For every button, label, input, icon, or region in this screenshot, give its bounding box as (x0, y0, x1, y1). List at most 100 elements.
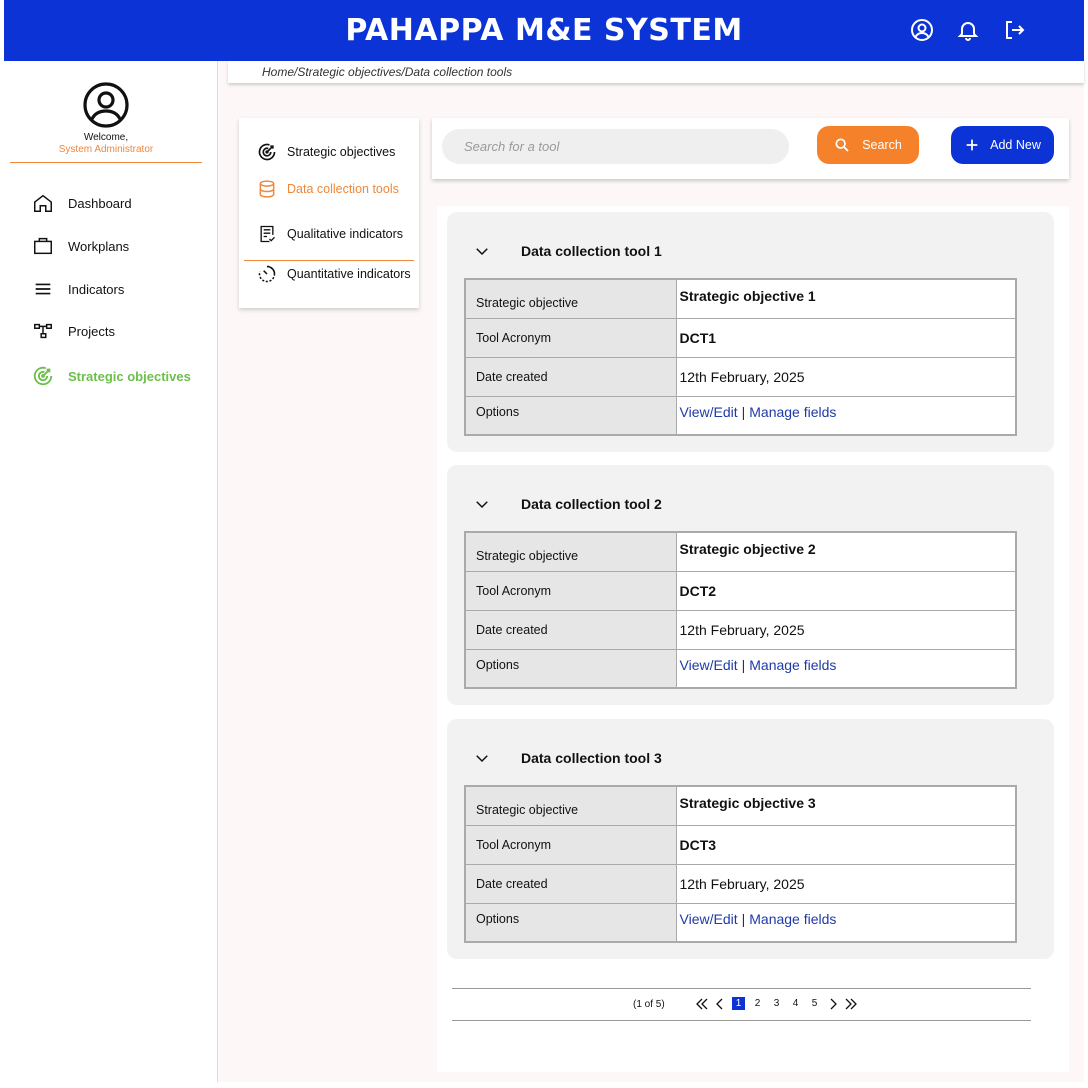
search-button[interactable]: Search (817, 126, 919, 164)
separator: | (741, 911, 746, 928)
chevron-down-icon[interactable] (473, 242, 491, 260)
view-edit-link[interactable]: View/Edit (680, 657, 738, 673)
sidebar-item-workplans[interactable]: Workplans (32, 235, 129, 257)
subnav-label: Data collection tools (287, 182, 399, 196)
subnav-label: Qualitative indicators (287, 227, 404, 241)
view-edit-link[interactable]: View/Edit (680, 404, 738, 420)
sidebar-item-indicators[interactable]: Indicators (32, 278, 124, 300)
tool-options: View/Edit | Manage fields (675, 395, 1017, 436)
page-count: (1 of 5) (633, 999, 665, 1010)
page-button-2[interactable]: 2 (751, 997, 764, 1010)
chevron-down-icon[interactable] (473, 495, 491, 513)
toolbar: Search Add New (432, 118, 1069, 179)
tool-card: Data collection tool 1 Strategic objecti… (447, 212, 1054, 452)
sidebar: Welcome, System Administrator Dashboard … (4, 61, 218, 1082)
page-button-3[interactable]: 3 (770, 997, 783, 1010)
tool-card-header: Data collection tool 2 (473, 495, 662, 513)
tool-card: Data collection tool 3 Strategic objecti… (447, 719, 1054, 959)
table-row: Strategic objective Strategic objective 3 (464, 785, 1017, 826)
table-row: Tool Acronym DCT2 (464, 570, 1017, 611)
menu-lines-icon (35, 283, 51, 295)
hierarchy-icon (34, 323, 52, 339)
table-row: Date created 12th February, 2025 (464, 863, 1017, 904)
row-label: Date created (464, 356, 677, 397)
chevron-down-icon[interactable] (473, 749, 491, 767)
tool-options: View/Edit | Manage fields (675, 902, 1017, 943)
subnav-item-qualitative-indicators[interactable]: Qualitative indicators (257, 224, 403, 244)
tool-objective: Strategic objective 3 (675, 785, 1017, 826)
bell-icon[interactable] (956, 18, 980, 42)
add-new-button[interactable]: Add New (951, 126, 1054, 164)
tool-acronym: DCT3 (675, 824, 1017, 865)
manage-fields-link[interactable]: Manage fields (749, 911, 836, 927)
row-label: Strategic objective (464, 278, 677, 319)
search-icon (835, 138, 849, 152)
row-label: Strategic objective (464, 785, 677, 826)
first-page-icon[interactable] (696, 998, 708, 1010)
row-label: Date created (464, 609, 677, 650)
table-row: Tool Acronym DCT3 (464, 824, 1017, 865)
view-edit-link[interactable]: View/Edit (680, 911, 738, 927)
row-label: Date created (464, 863, 677, 904)
page-button-1[interactable]: 1 (732, 997, 745, 1010)
tool-acronym: DCT1 (675, 317, 1017, 358)
table-row: Strategic objective Strategic objective 2 (464, 531, 1017, 572)
subnav-item-strategic-objectives[interactable]: Strategic objectives (257, 142, 395, 162)
tool-name: Data collection tool 1 (521, 243, 662, 259)
sidebar-item-label: Strategic objectives (68, 368, 191, 384)
logout-icon[interactable] (1002, 18, 1026, 42)
sidebar-item-label: Indicators (68, 281, 125, 297)
tool-details-table: Strategic objective Strategic objective 3… (464, 785, 1017, 943)
row-label: Options (464, 395, 677, 436)
header-actions (910, 18, 1026, 42)
row-label: Tool Acronym (464, 824, 677, 865)
tool-options: View/Edit | Manage fields (675, 648, 1017, 689)
row-label: Strategic objective (464, 531, 677, 572)
database-icon (259, 180, 275, 198)
table-row: Date created 12th February, 2025 (464, 356, 1017, 397)
breadcrumb-bar: Home/Strategic objectives/Data collectio… (228, 61, 1084, 83)
next-page-icon[interactable] (827, 998, 839, 1010)
pagination: (1 of 5) 1 2 3 4 5 (452, 988, 1031, 1021)
checklist-icon (260, 225, 275, 243)
subnav-label: Strategic objectives (287, 145, 396, 159)
table-row: Strategic objective Strategic objective 1 (464, 278, 1017, 319)
sidebar-item-strategic-objectives[interactable]: Strategic objectives (32, 365, 191, 387)
main-area: Home/Strategic objectives/Data collectio… (218, 61, 1084, 1082)
table-row: Date created 12th February, 2025 (464, 609, 1017, 650)
page-button-4[interactable]: 4 (789, 997, 802, 1010)
home-icon (34, 194, 52, 212)
welcome-text: Welcome, (83, 132, 129, 143)
manage-fields-link[interactable]: Manage fields (749, 404, 836, 420)
sidebar-item-dashboard[interactable]: Dashboard (32, 192, 132, 214)
page-button-5[interactable]: 5 (808, 997, 821, 1010)
search-button-label: Search (862, 138, 902, 152)
sidebar-item-projects[interactable]: Projects (32, 320, 115, 342)
tool-card: Data collection tool 2 Strategic objecti… (447, 465, 1054, 705)
profile-block: Welcome, System Administrator (10, 81, 202, 163)
sidebar-item-label: Workplans (68, 238, 130, 254)
subnav-item-quantitative-indicators[interactable]: Quantitative indicators (257, 264, 411, 284)
row-label: Tool Acronym (464, 570, 677, 611)
previous-page-icon[interactable] (714, 998, 726, 1010)
tool-acronym: DCT2 (675, 570, 1017, 611)
avatar-icon[interactable] (82, 81, 130, 129)
briefcase-icon (34, 237, 52, 255)
user-role: System Administrator (58, 144, 154, 155)
target-icon (258, 143, 276, 161)
sub-navigation: Strategic objectives Data collection too… (239, 118, 419, 308)
tool-details-table: Strategic objective Strategic objective 1… (464, 278, 1017, 436)
sidebar-item-label: Projects (68, 323, 115, 339)
row-label: Options (464, 648, 677, 689)
target-icon (33, 366, 53, 386)
subnav-item-data-collection-tools[interactable]: Data collection tools (257, 179, 399, 199)
user-profile-icon[interactable] (910, 18, 934, 42)
table-row: Tool Acronym DCT1 (464, 317, 1017, 358)
pagination-controls: 1 2 3 4 5 (696, 997, 857, 1010)
tool-date: 12th February, 2025 (675, 609, 1017, 650)
manage-fields-link[interactable]: Manage fields (749, 657, 836, 673)
last-page-icon[interactable] (845, 998, 857, 1010)
separator: | (741, 404, 746, 421)
top-header: PAHAPPA M&E SYSTEM (4, 0, 1084, 61)
search-input[interactable] (442, 129, 789, 164)
